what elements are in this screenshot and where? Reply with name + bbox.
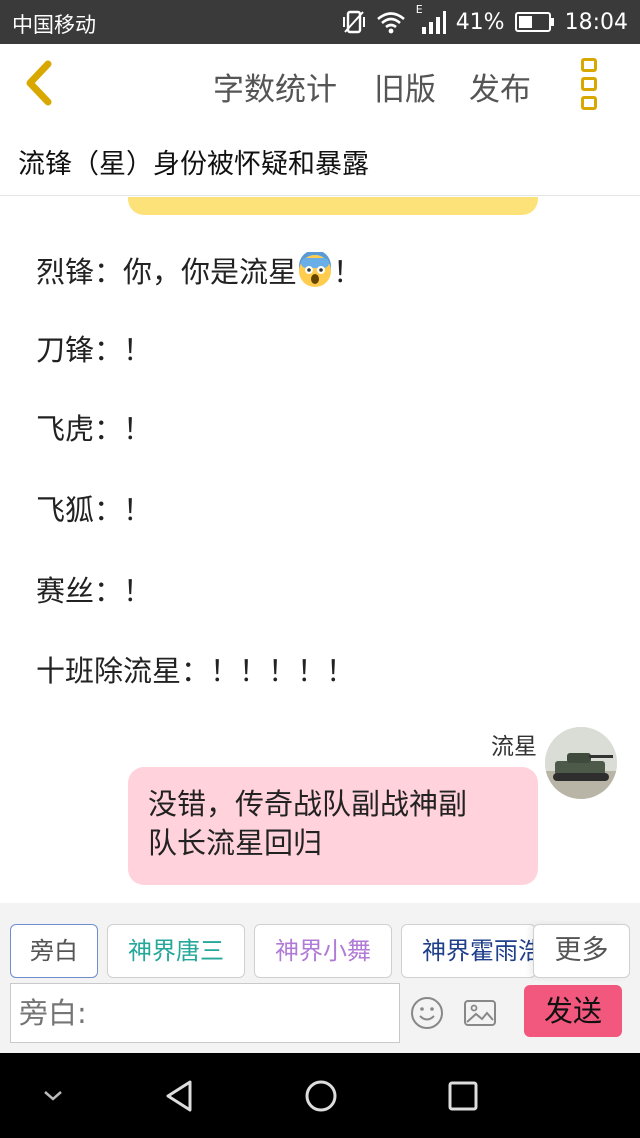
narration-line[interactable]: 烈锋：你，你是流星 ！: [36, 249, 362, 291]
narration-line[interactable]: 赛丝：！: [36, 568, 152, 610]
vibrate-icon: [342, 9, 366, 35]
status-icons: E 41% 18:04: [342, 3, 628, 37]
back-triangle-icon[interactable]: [162, 1078, 196, 1114]
system-nav-bar: [0, 1053, 640, 1138]
more-dot-icon: [581, 58, 597, 72]
narration-line[interactable]: 飞虎：！: [36, 406, 152, 448]
message-text: 队长流星回归: [148, 826, 323, 860]
more-dot-icon: [581, 96, 597, 110]
emoji-button[interactable]: [409, 995, 445, 1031]
wifi-icon: [376, 10, 406, 34]
more-roles-button[interactable]: 更多: [533, 924, 630, 978]
story-title: 流锋（星）身份被怀疑和暴露: [18, 149, 369, 180]
network-type: E: [415, 3, 423, 16]
narration-line[interactable]: 飞狐：！: [36, 487, 152, 529]
chevron-left-icon: [26, 60, 52, 106]
role-chip-xiao-wu[interactable]: 神界小舞: [254, 924, 392, 978]
clock: 18:04: [564, 9, 628, 35]
role-selector-bar: 旁白 神界唐三 神界小舞 神界霍雨浩 更多: [0, 903, 640, 983]
message-bubble[interactable]: 没错，传奇战队副战神副 队长流星回归: [128, 767, 538, 885]
tank-avatar-image: [545, 727, 617, 799]
battery-percent: 41%: [455, 9, 505, 35]
narration-line[interactable]: 刀锋：！: [36, 327, 152, 369]
status-bar: 中国移动 E 41% 18:04: [0, 0, 640, 44]
more-menu-button[interactable]: [575, 56, 603, 112]
image-icon: [464, 1000, 496, 1026]
fearful-face-emoji: [299, 252, 332, 287]
image-button[interactable]: [462, 995, 498, 1031]
narration-line[interactable]: 十班除流星：！！！！！: [36, 648, 355, 690]
avatar[interactable]: [545, 727, 617, 799]
more-dot-icon: [581, 77, 597, 91]
narration-text: ！: [333, 255, 363, 289]
send-button[interactable]: 发送: [524, 985, 622, 1037]
home-circle-icon[interactable]: [303, 1078, 339, 1114]
message-input[interactable]: [10, 983, 400, 1043]
previous-message-bubble[interactable]: [128, 197, 538, 215]
battery-icon: [514, 11, 555, 33]
chevron-down-icon[interactable]: [42, 1089, 64, 1103]
toolbar: 字数统计 旧版 发布: [0, 44, 640, 124]
role-chip-huo-yuhao[interactable]: 神界霍雨浩: [401, 924, 536, 978]
smiley-icon: [411, 997, 443, 1029]
narration-text: 烈锋：你，你是流星: [36, 255, 298, 289]
carrier-name: 中国移动: [12, 13, 96, 37]
message-text: 没错，传奇战队副战神副: [148, 787, 468, 821]
recents-square-icon[interactable]: [446, 1078, 480, 1114]
speaker-name: 流星: [491, 734, 537, 760]
word-count-button[interactable]: 字数统计: [213, 64, 337, 109]
role-chip-tang-san[interactable]: 神界唐三: [107, 924, 245, 978]
old-version-button[interactable]: 旧版: [374, 64, 436, 109]
signal-icon: E: [416, 3, 446, 35]
input-bar: 发送: [0, 983, 640, 1053]
publish-button[interactable]: 发布: [469, 64, 531, 109]
role-chip-narrator[interactable]: 旁白: [10, 924, 98, 978]
back-button[interactable]: [18, 58, 68, 108]
story-title-bar: 流锋（星）身份被怀疑和暴露: [0, 124, 640, 196]
chat-area[interactable]: 烈锋：你，你是流星 ！ 刀锋：！ 飞虎：！ 飞狐：！ 赛丝：！ 十班除流星：！！！…: [0, 197, 640, 903]
